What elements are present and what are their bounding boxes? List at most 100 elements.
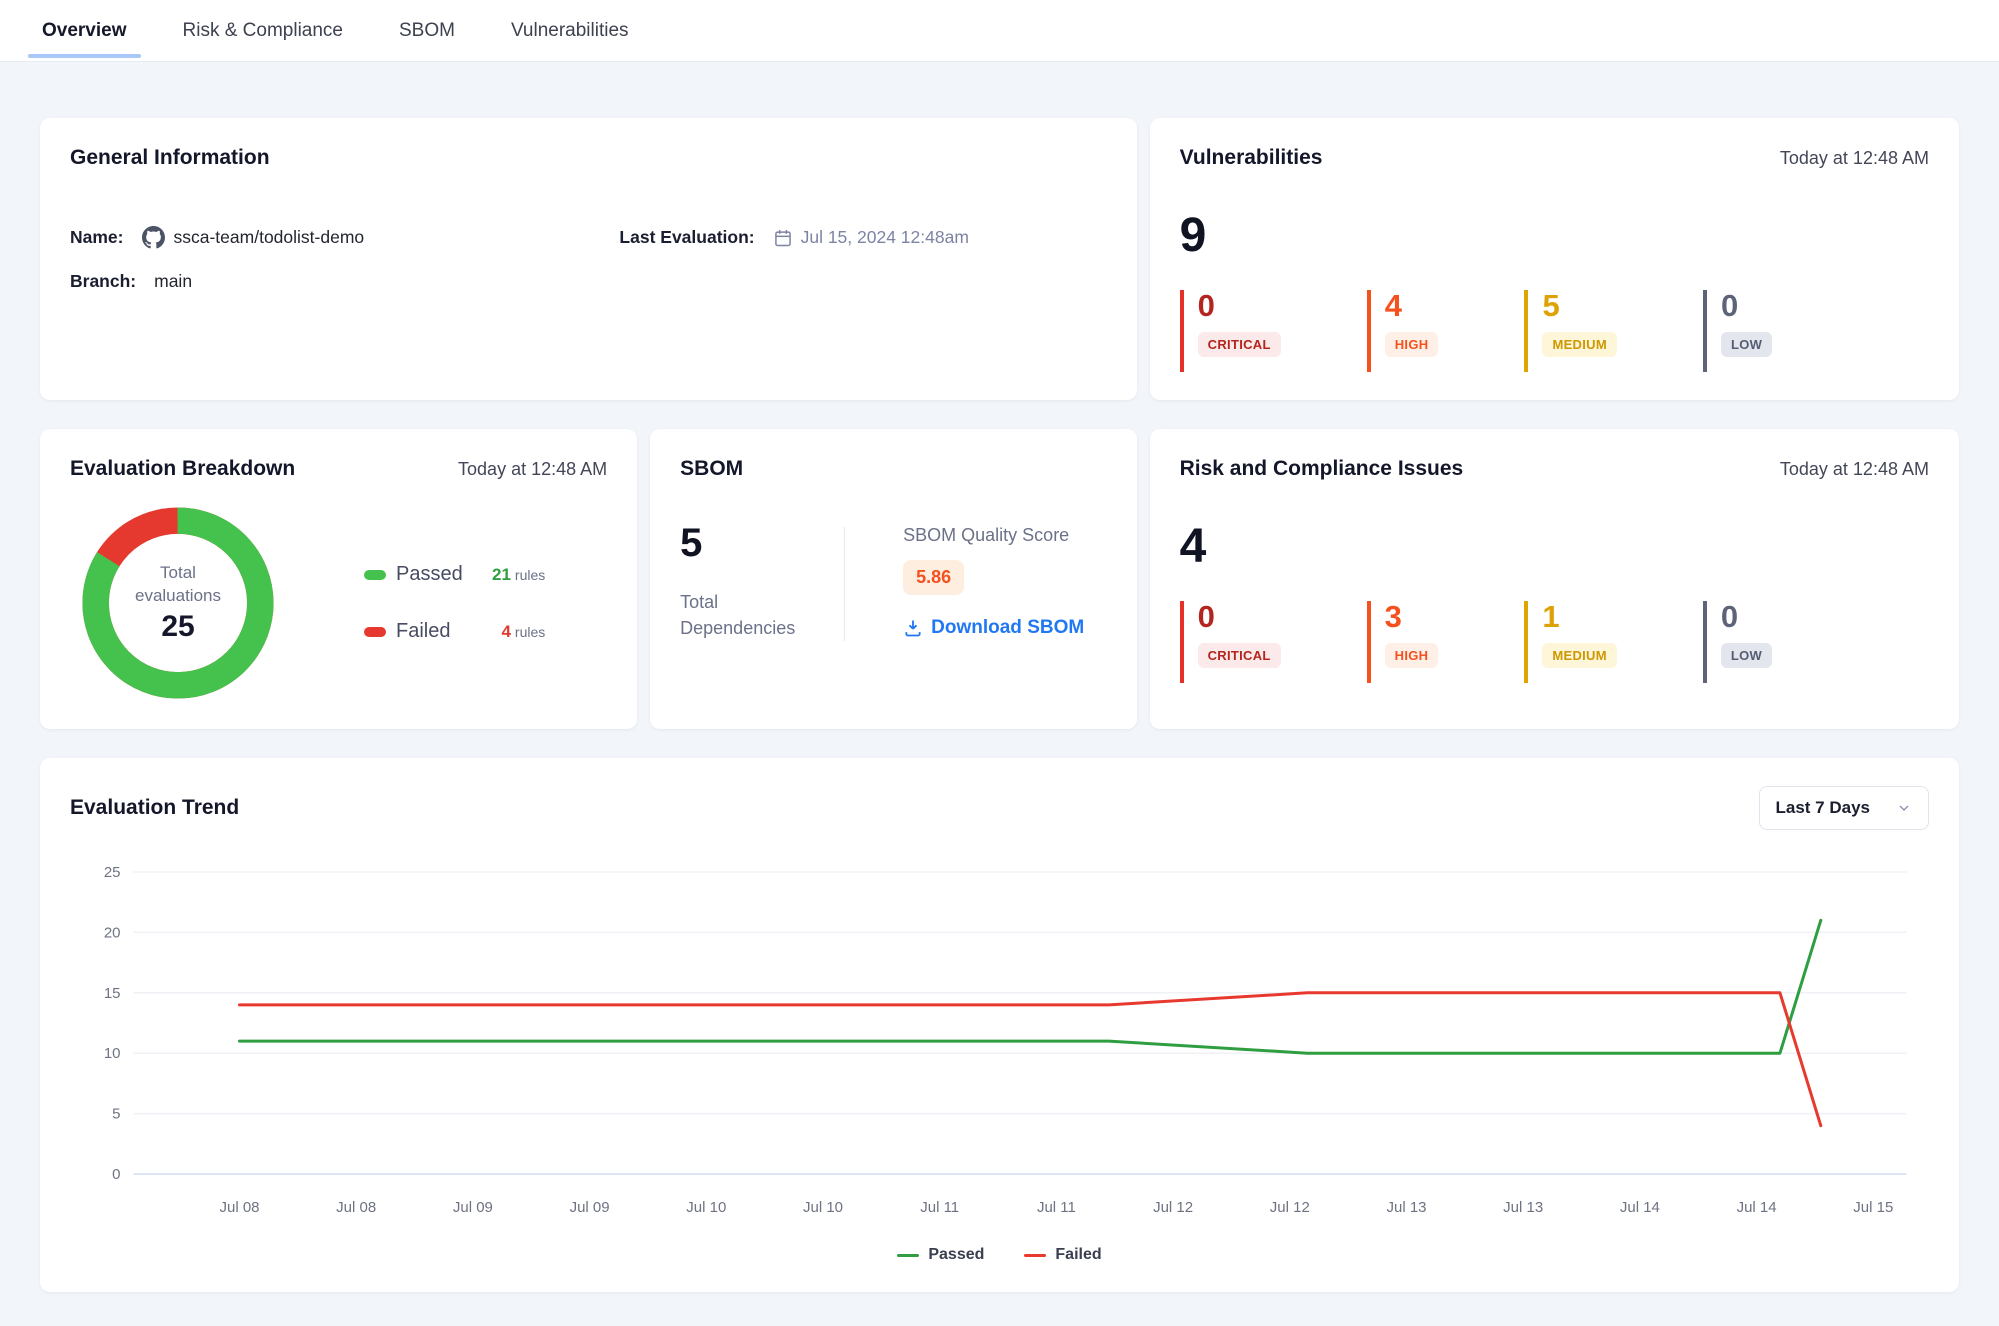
risk-compliance-total: 4: [1180, 523, 1929, 571]
critical-count: 0: [1198, 290, 1281, 323]
name-label: Name:: [70, 227, 124, 248]
severity-critical: 0 CRITICAL: [1180, 290, 1281, 372]
tab-vulnerabilities-label: Vulnerabilities: [511, 20, 629, 42]
passed-swatch: [364, 570, 386, 580]
trend-failed-label: Failed: [1055, 1246, 1101, 1264]
tab-risk-compliance[interactable]: Risk & Compliance: [169, 0, 358, 61]
svg-text:10: 10: [104, 1045, 121, 1062]
trend-passed-label: Passed: [928, 1246, 984, 1264]
trend-legend-passed: Passed: [897, 1246, 984, 1264]
high-count: 3: [1385, 601, 1439, 634]
download-sbom-link[interactable]: Download SBOM: [903, 617, 1084, 639]
severity-high: 4 HIGH: [1367, 290, 1439, 372]
general-information-card: General Information Name: ssca-team/todo…: [40, 118, 1137, 400]
evaluation-trend-chart: 0510152025Jul 08Jul 08Jul 09Jul 09Jul 10…: [70, 844, 1929, 1244]
svg-text:Jul 10: Jul 10: [686, 1199, 726, 1216]
low-count: 0: [1721, 601, 1772, 634]
dashboard-page: General Information Name: ssca-team/todo…: [0, 62, 1999, 1292]
tab-overview-label: Overview: [42, 20, 127, 42]
svg-text:Jul 13: Jul 13: [1503, 1199, 1543, 1216]
svg-text:Jul 11: Jul 11: [1037, 1199, 1076, 1216]
tab-bar: Overview Risk & Compliance SBOM Vulnerab…: [0, 0, 1999, 62]
svg-text:Jul 11: Jul 11: [920, 1199, 959, 1216]
svg-text:15: 15: [104, 985, 121, 1002]
svg-text:Jul 08: Jul 08: [336, 1199, 376, 1216]
high-badge: HIGH: [1385, 643, 1439, 668]
svg-text:0: 0: [112, 1166, 120, 1183]
critical-count: 0: [1198, 601, 1281, 634]
vulnerabilities-card: Vulnerabilities Today at 12:48 AM 9 0 CR…: [1150, 118, 1959, 400]
svg-text:Jul 12: Jul 12: [1270, 1199, 1310, 1216]
last-evaluation-row: Last Evaluation: Jul 15, 2024 12:48am: [619, 226, 1106, 249]
failed-count: 4: [501, 622, 510, 641]
svg-text:5: 5: [112, 1106, 120, 1123]
high-count: 4: [1385, 290, 1439, 323]
svg-text:Jul 14: Jul 14: [1620, 1199, 1660, 1216]
date-range-value: Last 7 Days: [1776, 798, 1871, 818]
legend-item-passed: Passed 21rules: [364, 563, 545, 586]
evaluation-trend-card: Evaluation Trend Last 7 Days 0510152025J…: [40, 758, 1959, 1292]
sbom-total-dependencies: 5: [680, 523, 844, 563]
svg-text:Jul 09: Jul 09: [453, 1199, 493, 1216]
evaluation-legend: Passed 21rules Failed 4 rules: [364, 563, 545, 643]
severity-critical: 0 CRITICAL: [1180, 601, 1281, 683]
svg-text:20: 20: [104, 924, 121, 941]
evaluation-breakdown-card: Evaluation Breakdown Today at 12:48 AM T…: [40, 429, 637, 729]
severity-high: 3 HIGH: [1367, 601, 1439, 683]
svg-text:Jul 12: Jul 12: [1153, 1199, 1193, 1216]
sbom-card: SBOM 5 Total Dependencies SBOM Quality S…: [650, 429, 1136, 729]
passed-label: Passed: [396, 563, 492, 586]
tab-vulnerabilities[interactable]: Vulnerabilities: [497, 0, 643, 61]
svg-text:Jul 10: Jul 10: [803, 1199, 843, 1216]
svg-text:Jul 14: Jul 14: [1737, 1199, 1777, 1216]
medium-badge: MEDIUM: [1542, 332, 1617, 357]
critical-badge: CRITICAL: [1198, 643, 1281, 668]
failed-swatch: [364, 627, 386, 637]
repo-name-row: Name: ssca-team/todolist-demo: [70, 226, 619, 249]
low-badge: LOW: [1721, 643, 1772, 668]
svg-text:Jul 13: Jul 13: [1386, 1199, 1426, 1216]
tab-overview[interactable]: Overview: [28, 0, 141, 61]
sbom-title: SBOM: [680, 457, 743, 481]
evaluation-donut-chart: Total evaluations 25: [80, 505, 276, 701]
vulnerabilities-title: Vulnerabilities: [1180, 146, 1323, 170]
risk-compliance-card: Risk and Compliance Issues Today at 12:4…: [1150, 429, 1959, 729]
sbom-quality-label: SBOM Quality Score: [903, 525, 1084, 546]
general-information-title: General Information: [70, 146, 270, 170]
branch-label: Branch:: [70, 271, 136, 292]
severity-medium: 1 MEDIUM: [1524, 601, 1617, 683]
failed-line-swatch: [1024, 1254, 1046, 1257]
download-sbom-label: Download SBOM: [931, 617, 1084, 639]
legend-item-failed: Failed 4 rules: [364, 620, 545, 643]
svg-text:Jul 09: Jul 09: [570, 1199, 610, 1216]
chevron-down-icon: [1896, 800, 1912, 816]
repo-link[interactable]: ssca-team/todolist-demo: [142, 226, 365, 249]
evaluation-breakdown-timestamp: Today at 12:48 AM: [458, 459, 607, 480]
severity-low: 0 LOW: [1703, 290, 1772, 372]
last-evaluation-label: Last Evaluation:: [619, 227, 754, 248]
failed-label: Failed: [396, 620, 492, 643]
vulnerabilities-total: 9: [1180, 212, 1929, 260]
severity-low: 0 LOW: [1703, 601, 1772, 683]
svg-text:Jul 15: Jul 15: [1853, 1199, 1893, 1216]
failed-unit: rules: [515, 624, 545, 640]
calendar-icon: [773, 228, 793, 248]
severity-medium: 5 MEDIUM: [1524, 290, 1617, 372]
sbom-total-label: Total Dependencies: [680, 589, 810, 641]
donut-center-label: Total evaluations: [120, 562, 236, 608]
risk-compliance-title: Risk and Compliance Issues: [1180, 457, 1464, 481]
evaluation-breakdown-title: Evaluation Breakdown: [70, 457, 295, 481]
critical-badge: CRITICAL: [1198, 332, 1281, 357]
tab-sbom-label: SBOM: [399, 20, 455, 42]
tab-sbom[interactable]: SBOM: [385, 0, 469, 61]
date-range-selector[interactable]: Last 7 Days: [1759, 786, 1930, 830]
trend-legend: Passed Failed: [70, 1246, 1929, 1264]
medium-count: 1: [1542, 601, 1617, 634]
download-icon: [903, 618, 923, 638]
trend-legend-failed: Failed: [1024, 1246, 1101, 1264]
svg-text:25: 25: [104, 864, 121, 881]
low-badge: LOW: [1721, 332, 1772, 357]
branch-value: main: [154, 271, 192, 292]
github-icon: [142, 226, 165, 249]
risk-compliance-timestamp: Today at 12:48 AM: [1780, 459, 1929, 480]
